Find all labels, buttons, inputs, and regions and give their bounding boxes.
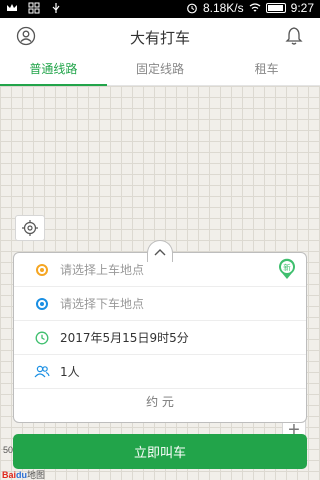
bell-icon	[285, 27, 303, 45]
notification-button[interactable]	[282, 24, 306, 48]
passengers-icon	[34, 365, 50, 377]
dropoff-placeholder: 请选择下车地点	[60, 297, 145, 311]
grid-icon	[28, 2, 40, 14]
route-tabs: 普通线路 固定线路 租车	[0, 54, 320, 86]
crown-icon	[7, 4, 17, 11]
location-pin-icon[interactable]: 新	[277, 258, 297, 280]
locate-button[interactable]	[15, 215, 45, 241]
network-speed: 8.18K/s	[202, 1, 244, 15]
collapse-button[interactable]	[147, 240, 173, 262]
tab-car-rental[interactable]: 租车	[213, 54, 320, 85]
departure-time-field[interactable]: 2017年5月15日9时5分	[14, 321, 306, 355]
map-logo: Baidu地图	[2, 470, 46, 480]
departure-time-value: 2017年5月15日9时5分	[60, 331, 189, 345]
booking-panel: 请选择上车地点 新 请选择下车地点 2017年5月15日9时5分 1人 约 元	[13, 252, 307, 423]
clock-icon	[35, 331, 49, 344]
tab-regular-route[interactable]: 普通线路	[0, 54, 107, 86]
crosshair-icon	[22, 220, 38, 236]
page-title: 大有打车	[129, 29, 190, 47]
map-scale: 50	[3, 445, 14, 455]
chevron-up-icon	[154, 248, 166, 255]
call-taxi-button[interactable]: 立即叫车	[13, 434, 307, 469]
alarm-icon	[187, 3, 197, 14]
usb-icon	[52, 3, 60, 13]
battery-icon	[265, 3, 286, 13]
pickup-dot-icon	[36, 263, 48, 276]
pin-label: 新	[283, 262, 291, 272]
wifi-icon	[249, 3, 261, 12]
app-header: 大有打车	[0, 18, 320, 54]
clock: 9:27	[290, 1, 314, 15]
tab-fixed-route[interactable]: 固定线路	[107, 54, 214, 85]
pickup-placeholder: 请选择上车地点	[60, 263, 145, 277]
passenger-count-field[interactable]: 1人	[14, 355, 306, 389]
dropoff-field[interactable]: 请选择下车地点	[14, 287, 306, 321]
dropoff-dot-icon	[36, 297, 48, 310]
status-bar: 8.18K/s 9:27	[0, 0, 320, 18]
passenger-count-value: 1人	[60, 365, 80, 379]
price-estimate: 约 元	[146, 395, 174, 409]
